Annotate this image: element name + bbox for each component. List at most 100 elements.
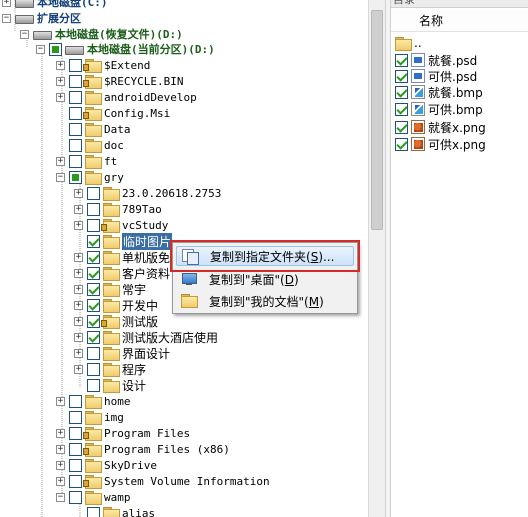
menu-item-copy-to-folder[interactable]: 复制到指定文件夹(S)... <box>176 246 354 266</box>
tree-item-drive-d-recovered[interactable]: − 本地磁盘(恢复文件)(D:) <box>20 26 183 42</box>
tree-item-folder[interactable]: + ft <box>56 153 117 169</box>
expand-toggle[interactable]: + <box>74 316 83 326</box>
tree-item-folder[interactable]: 设计 <box>74 377 146 393</box>
expand-toggle[interactable]: + <box>56 428 65 438</box>
tree-item-folder[interactable]: + 测试版大酒店使用 <box>74 329 218 345</box>
column-header-name[interactable]: 名称 <box>391 10 528 32</box>
expand-toggle[interactable]: + <box>56 476 65 486</box>
checkbox[interactable] <box>87 346 100 360</box>
tree-item-folder[interactable]: + $Extend <box>56 57 150 73</box>
menu-item-copy-to-desktop[interactable]: 复制到"桌面"(D) <box>176 269 354 289</box>
tree-item-folder[interactable]: + 23.0.20618.2753 <box>74 185 221 201</box>
file-row[interactable]: 可供x.png <box>395 136 486 152</box>
checked-checkbox[interactable] <box>87 234 100 248</box>
tree-item-folder[interactable]: img <box>56 409 124 425</box>
expand-toggle[interactable]: + <box>56 444 65 454</box>
checkbox[interactable] <box>69 138 82 152</box>
checked-checkbox[interactable] <box>87 266 100 280</box>
checkbox[interactable] <box>69 58 82 72</box>
checkbox[interactable] <box>69 154 82 168</box>
tree-item-folder[interactable]: Config.Msi <box>56 105 170 121</box>
tree-item-folder[interactable]: + 客户资料 <box>74 265 170 281</box>
expand-toggle[interactable]: + <box>56 76 65 86</box>
expand-toggle[interactable]: − <box>36 44 45 54</box>
checked-checkbox[interactable] <box>87 250 100 264</box>
checkbox[interactable] <box>87 202 100 216</box>
expand-toggle[interactable]: + <box>74 220 83 230</box>
tree-item-folder[interactable]: + 单机版免 <box>74 249 170 265</box>
file-row[interactable]: 就餐x.png <box>395 119 486 135</box>
menu-item-copy-to-documents[interactable]: 复制到"我的文档"(M) <box>176 291 354 311</box>
file-row[interactable]: 就餐.bmp <box>395 84 483 100</box>
expand-toggle[interactable]: + <box>74 204 83 214</box>
parent-folder-row[interactable]: .. <box>395 35 422 51</box>
tree-item-folder[interactable]: Data <box>56 121 131 137</box>
expand-toggle[interactable]: + <box>2 0 11 7</box>
expand-toggle[interactable]: + <box>56 396 65 406</box>
tab-directory[interactable]: 目录 <box>393 0 415 7</box>
expand-toggle[interactable]: + <box>56 60 65 70</box>
expand-toggle[interactable]: + <box>74 348 83 358</box>
expand-toggle[interactable]: + <box>74 332 83 342</box>
checked-checkbox[interactable] <box>87 330 100 344</box>
partial-checkbox[interactable] <box>69 170 82 184</box>
tree-item-folder-selected[interactable]: 临时图片 <box>74 232 173 250</box>
tree-item-folder[interactable]: + SkyDrive <box>56 457 157 473</box>
tree-item-drive-d-current[interactable]: − 本地磁盘(当前分区)(D:) <box>36 41 215 57</box>
file-row[interactable]: 就餐.psd <box>395 52 477 68</box>
expand-toggle[interactable]: − <box>20 29 29 39</box>
tree-item-folder[interactable]: + Program Files (x86) <box>56 441 230 457</box>
partial-checkbox[interactable] <box>49 42 62 56</box>
tree-item-extended-partition[interactable]: − 扩展分区 <box>2 10 81 26</box>
checkbox[interactable] <box>69 394 82 408</box>
tree-item-folder[interactable]: + 程序 <box>74 361 146 377</box>
tree-item-folder[interactable]: + 测试版 <box>74 313 158 329</box>
tree-item-drive-c[interactable]: + 本地磁盘(C:) <box>2 0 108 10</box>
checkbox[interactable] <box>69 458 82 472</box>
checkbox[interactable] <box>87 218 100 232</box>
tree-item-folder[interactable]: + Program Files <box>56 425 190 441</box>
checked-checkbox[interactable] <box>87 282 100 296</box>
tree-item-folder[interactable]: + System Volume Information <box>56 473 270 489</box>
checkbox[interactable] <box>69 426 82 440</box>
checkbox[interactable] <box>87 378 100 392</box>
checked-checkbox[interactable] <box>395 120 408 134</box>
checkbox[interactable] <box>69 90 82 104</box>
expand-toggle[interactable]: + <box>56 460 65 470</box>
scrollbar-thumb[interactable] <box>371 10 383 230</box>
tree-item-folder[interactable]: + home <box>56 393 131 409</box>
tree-item-folder[interactable]: + androidDevelop <box>56 89 197 105</box>
file-row[interactable]: 可供.psd <box>395 68 477 84</box>
checkbox[interactable] <box>69 74 82 88</box>
tree-item-folder[interactable]: − gry <box>56 169 124 185</box>
expand-toggle[interactable]: + <box>74 268 83 278</box>
expand-toggle[interactable]: − <box>56 172 65 182</box>
checkbox[interactable] <box>69 474 82 488</box>
expand-toggle[interactable]: + <box>74 252 83 262</box>
file-row[interactable]: 可供.bmp <box>395 101 483 117</box>
checkbox[interactable] <box>69 410 82 424</box>
expand-toggle[interactable]: + <box>74 284 83 294</box>
tree-item-folder[interactable]: + 789Tao <box>74 201 162 217</box>
expand-toggle[interactable]: + <box>56 92 65 102</box>
tree-item-folder[interactable]: − wamp <box>56 489 131 505</box>
expand-toggle[interactable]: + <box>74 188 83 198</box>
checked-checkbox[interactable] <box>395 85 408 99</box>
expand-toggle[interactable]: − <box>56 492 65 502</box>
checkbox[interactable] <box>87 186 100 200</box>
checkbox[interactable] <box>69 490 82 504</box>
tree-item-folder[interactable]: + $RECYCLE.BIN <box>56 73 183 89</box>
checkbox[interactable] <box>69 442 82 456</box>
checkbox[interactable] <box>69 106 82 120</box>
tree-item-folder[interactable]: + 常宇 <box>74 281 146 297</box>
tree-item-folder[interactable]: + 开发中 <box>74 297 158 313</box>
checked-checkbox[interactable] <box>87 298 100 312</box>
tree-item-folder[interactable]: + 界面设计 <box>74 345 170 361</box>
checkbox[interactable] <box>87 362 100 376</box>
checked-checkbox[interactable] <box>395 69 408 83</box>
tree-item-folder[interactable]: + vcStudy <box>74 217 168 233</box>
expand-toggle[interactable]: + <box>74 364 83 374</box>
tree-item-folder[interactable]: doc <box>56 137 124 153</box>
expand-toggle[interactable]: + <box>74 300 83 310</box>
checked-checkbox[interactable] <box>395 102 408 116</box>
